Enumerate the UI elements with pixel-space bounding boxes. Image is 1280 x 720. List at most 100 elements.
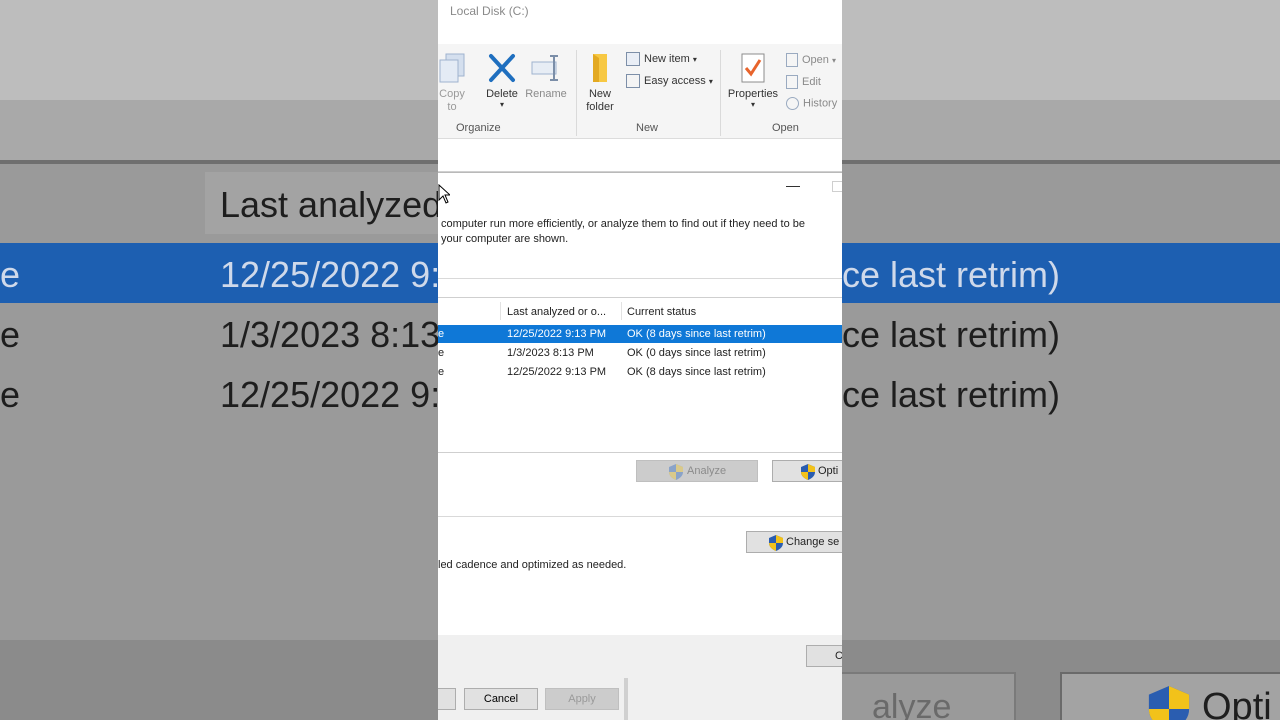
edit-button[interactable]: Edit (786, 75, 821, 89)
rename-label: Rename (525, 88, 567, 100)
drive-last-analyzed: 12/25/2022 9:13 PM (507, 366, 607, 378)
delete-button[interactable]: Delete ▾ (482, 52, 522, 109)
background-row-date: 12/25/2022 9: (220, 374, 441, 415)
analyze-label: Analyze (687, 465, 727, 477)
dropdown-arrow-icon: ▾ (708, 76, 713, 86)
window-edge (624, 678, 628, 720)
new-item-icon (626, 52, 640, 66)
history-label: History (803, 97, 838, 110)
explorer-title: Local Disk (C:) (450, 4, 529, 18)
ok-button[interactable] (438, 688, 456, 710)
edit-label: Edit (802, 75, 821, 88)
open-group-label: Open (772, 122, 799, 134)
drive-last-analyzed: 12/25/2022 9:13 PM (507, 328, 607, 340)
rename-button[interactable]: Rename (524, 52, 568, 101)
folder-icon (593, 54, 607, 82)
ribbon-separator (576, 50, 577, 136)
background-header-text: Last analyzed (220, 184, 443, 225)
divider (438, 516, 842, 517)
background-row-prefix: e (0, 374, 21, 415)
properties-label: Properties (727, 88, 779, 100)
dropdown-arrow-icon: ▾ (831, 55, 836, 65)
explorer-title-bar: Local Disk (C:) (438, 0, 842, 44)
drive-name: e (438, 366, 445, 378)
column-separator (621, 302, 622, 320)
drives-list: Last analyzed or o... Current status e 1… (438, 297, 842, 453)
properties-check-icon (741, 53, 765, 83)
minimize-button[interactable]: — (786, 177, 800, 193)
drive-status: OK (0 days since last retrim) (627, 347, 766, 359)
history-icon (786, 97, 799, 110)
dialog-description-line2: your computer are shown. (441, 233, 569, 245)
divider (438, 278, 842, 279)
delete-x-icon (489, 54, 515, 82)
new-group-label: New (636, 122, 659, 134)
open-label: Open (802, 53, 829, 66)
background-optimize-label: Opti (1202, 686, 1272, 720)
cancel-button[interactable]: Cancel (464, 688, 538, 710)
column-header-last-analyzed[interactable]: Last analyzed or o... (507, 306, 606, 318)
dialog-footer: C (438, 635, 842, 679)
address-area (438, 139, 842, 172)
copy-to-button[interactable]: Copy to (438, 52, 466, 114)
properties-footer: Cancel Apply (438, 678, 842, 720)
close-button[interactable]: C (806, 645, 842, 667)
easy-access-icon (626, 74, 640, 88)
background-analyze-label: alyze (872, 688, 952, 720)
background-row-date: 1/3/2023 8:13 (220, 314, 441, 355)
background-analyze-button: alyze (840, 672, 1016, 720)
close-label: C (835, 650, 842, 662)
change-settings-button[interactable]: Change se (746, 531, 842, 553)
easy-access-label: Easy access (644, 74, 706, 87)
optimize-button[interactable]: Opti (772, 460, 842, 482)
change-settings-label: Change se (786, 536, 840, 548)
analyze-button[interactable]: Analyze (636, 460, 758, 482)
open-button[interactable]: Open ▾ (786, 53, 836, 67)
background-row-prefix: e (0, 254, 21, 295)
new-item-label: New item (644, 52, 690, 65)
new-item-button[interactable]: New item ▾ (626, 52, 697, 66)
new-folder-label: New folder (586, 88, 614, 113)
column-header-current-status[interactable]: Current status (627, 306, 696, 318)
shield-icon (801, 464, 815, 480)
explorer-ribbon: Copy to Delete ▾ Rename Organize New fol… (438, 44, 842, 139)
rename-icon (531, 55, 558, 81)
history-button[interactable]: History (786, 97, 837, 110)
dropdown-arrow-icon: ▾ (750, 100, 755, 109)
background-row-status: ce last retrim) (842, 314, 1061, 355)
copy-to-label: Copy to (439, 88, 465, 113)
drive-name: e (438, 328, 445, 340)
optimize-drives-dialog: — computer run more efficiently, or anal… (438, 172, 842, 679)
organize-group-label: Organize (456, 122, 501, 134)
drive-row[interactable]: e 12/25/2022 9:13 PM OK (8 days since la… (438, 363, 842, 381)
shield-icon (669, 464, 683, 480)
maximize-button[interactable] (832, 181, 842, 192)
optimize-label: Opti (818, 465, 839, 477)
properties-button[interactable]: Properties ▾ (726, 52, 780, 109)
drive-row[interactable]: e 1/3/2023 8:13 PM OK (0 days since last… (438, 344, 842, 362)
background-row-date: 12/25/2022 9: (220, 254, 441, 295)
drive-status: OK (8 days since last retrim) (627, 328, 766, 340)
background-row-status: ce last retrim) (842, 374, 1061, 415)
center-window: Local Disk (C:) Copy to Delete ▾ Rename … (438, 0, 842, 720)
dropdown-arrow-icon: ▾ (692, 54, 697, 64)
copy-icon (439, 53, 465, 83)
open-icon (786, 53, 798, 67)
apply-button[interactable]: Apply (545, 688, 619, 710)
new-folder-button[interactable]: New folder (582, 52, 618, 114)
background-row-status: ce last retrim) (842, 254, 1061, 295)
background-row-prefix: e (0, 314, 21, 355)
dialog-description-line1: computer run more efficiently, or analyz… (441, 218, 806, 230)
easy-access-button[interactable]: Easy access ▾ (626, 74, 713, 88)
shield-icon (769, 535, 783, 551)
edit-icon (786, 75, 798, 89)
shield-icon (1148, 686, 1190, 720)
scheduled-optimization-text: led cadence and optimized as needed. (438, 559, 627, 571)
column-separator (500, 302, 501, 320)
delete-label: Delete (486, 88, 518, 100)
drive-row[interactable]: e 12/25/2022 9:13 PM OK (8 days since la… (438, 325, 842, 343)
mouse-cursor-icon (438, 184, 450, 204)
drive-name: e (438, 347, 445, 359)
dropdown-arrow-icon: ▾ (499, 100, 504, 109)
drive-last-analyzed: 1/3/2023 8:13 PM (507, 347, 594, 359)
